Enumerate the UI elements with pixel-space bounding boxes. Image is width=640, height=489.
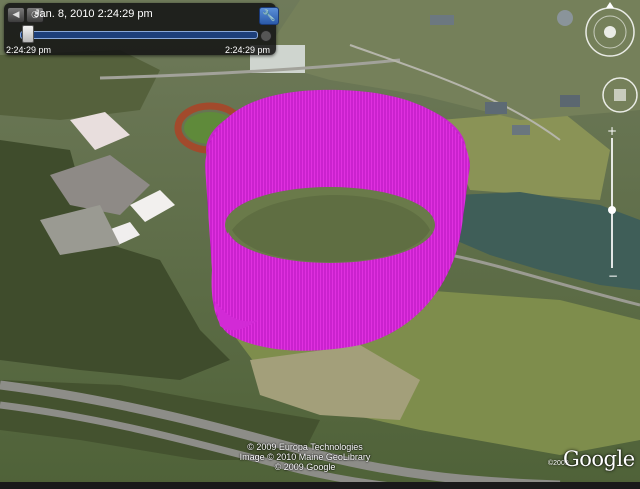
status-bar	[0, 482, 640, 489]
campus-building	[430, 15, 454, 25]
time-slider-date: Jan. 8, 2010 2:24:29 pm	[34, 8, 153, 20]
time-slider-end-icon[interactable]	[260, 30, 272, 42]
attribution-europa: © 2009 Europa Technologies	[247, 442, 363, 452]
zoom-out-icon[interactable]: −	[608, 269, 618, 283]
time-slider-track[interactable]	[20, 31, 258, 39]
forest-top	[0, 50, 160, 120]
campus-building	[485, 102, 507, 114]
time-slider-thumb[interactable]	[22, 25, 34, 43]
google-logo: Google	[563, 447, 635, 471]
time-slider-start: 2:24:29 pm	[6, 45, 52, 55]
map-attribution: © 2009 Europa Technologies Image © 2010 …	[230, 442, 380, 472]
wrench-icon[interactable]: 🔧	[259, 7, 279, 25]
time-slider-panel[interactable]: ◀ ◔ − + Jan. 8, 2010 2:24:29 pm 🔧 2:24:2…	[4, 3, 279, 55]
zoom-in-icon[interactable]: +	[607, 124, 617, 138]
time-slider-end: 2:24:29 pm	[224, 45, 270, 55]
attribution-google: © 2009 Google	[274, 462, 336, 472]
campus-building	[512, 125, 530, 135]
satellite-map-view[interactable]: + −	[0, 0, 640, 489]
attribution-geolibrary: Image © 2010 Maine GeoLibrary	[239, 452, 371, 462]
move-joystick-hand	[614, 89, 626, 101]
back-icon[interactable]: ◀	[7, 7, 25, 23]
campus-building	[560, 95, 580, 107]
zoom-slider-thumb[interactable]	[608, 206, 616, 214]
look-joystick-icon[interactable]	[604, 26, 616, 38]
campus-dome	[557, 10, 573, 26]
